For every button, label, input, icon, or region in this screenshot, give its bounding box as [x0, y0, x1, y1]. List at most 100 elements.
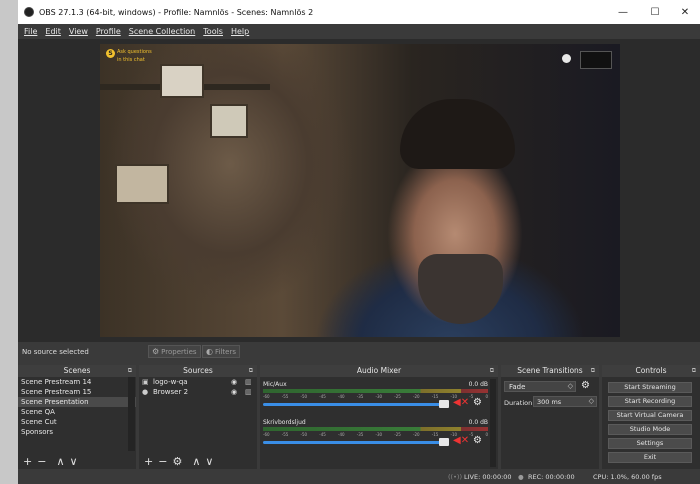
studio-mode-button[interactable]: Studio Mode	[608, 424, 692, 435]
channel-db: 0.0 dB	[468, 419, 488, 426]
preview-canvas[interactable]: S Ask questions in this chat	[100, 44, 620, 337]
scene-item[interactable]: Scene Prestream 14	[18, 377, 136, 387]
person-beard	[418, 254, 503, 324]
volume-meter	[263, 389, 488, 393]
move-source-down-button[interactable]: ∨	[205, 455, 213, 468]
start-streaming-button[interactable]: Start Streaming	[608, 382, 692, 393]
remove-source-button[interactable]: −	[158, 455, 167, 468]
source-settings-button[interactable]: ⚙	[172, 455, 182, 468]
start-recording-button[interactable]: Start Recording	[608, 396, 692, 407]
undock-icon[interactable]: ⧉	[591, 365, 595, 377]
volume-slider[interactable]	[263, 441, 445, 444]
start-virtual-camera-button[interactable]: Start Virtual Camera	[608, 410, 692, 421]
chat-widget: S Ask questions in this chat	[106, 49, 156, 69]
title-bar: OBS 27.1.3 (64-bit, windows) - Profile: …	[18, 0, 700, 24]
filters-label: Filters	[214, 347, 236, 356]
maximize-button[interactable]: ☐	[640, 0, 670, 24]
scene-item[interactable]: Scene Prestream 15	[18, 387, 136, 397]
scenes-scrollbar[interactable]	[128, 377, 135, 451]
spinner-icon: ◇	[588, 397, 594, 405]
eye-icon[interactable]: ◉	[231, 387, 237, 397]
move-scene-down-button[interactable]: ∨	[70, 455, 78, 468]
exit-button[interactable]: Exit	[608, 452, 692, 463]
menu-view[interactable]: View	[69, 27, 88, 36]
volume-slider[interactable]	[263, 403, 445, 406]
no-source-label: No source selected	[22, 348, 89, 356]
channel-name: Mic/Aux	[263, 381, 287, 388]
sources-footer: + − ⚙ ∧ ∨	[139, 453, 257, 469]
transition-value: Fade	[509, 383, 526, 391]
source-item[interactable]: ● Browser 2 ◉ ▥	[139, 387, 257, 397]
transition-settings-icon[interactable]: ⚙	[581, 380, 590, 391]
scene-item[interactable]: Scene QA	[18, 407, 136, 417]
lock-icon[interactable]: ▥	[245, 387, 252, 397]
settings-button[interactable]: Settings	[608, 438, 692, 449]
chat-line-1: Ask questions	[117, 49, 152, 55]
scenes-dock: Scenes ⧉ Scene Prestream 14 Scene Prestr…	[18, 365, 136, 469]
scene-item-selected[interactable]: Scene Presentation	[18, 397, 136, 407]
scenes-title: Scenes	[63, 366, 91, 375]
properties-button[interactable]: ⚙ Properties	[148, 345, 201, 358]
logo-overlay	[580, 51, 612, 69]
undock-icon[interactable]: ⧉	[249, 365, 253, 377]
add-source-button[interactable]: +	[144, 455, 153, 468]
remove-scene-button[interactable]: −	[37, 455, 46, 468]
filters-button[interactable]: ◐ Filters	[202, 345, 240, 358]
undock-icon[interactable]: ⧉	[692, 365, 696, 377]
add-scene-button[interactable]: +	[23, 455, 32, 468]
wall-frame	[160, 64, 204, 98]
image-source-icon: ▣	[142, 378, 149, 386]
menu-help[interactable]: Help	[231, 27, 249, 36]
mixer-channel: Skrivbordsljud 0.0 dB -60 -55 -50 -45 -40 -35…	[263, 419, 490, 457]
obs-logo-icon	[24, 7, 34, 17]
transitions-header: Scene Transitions ⧉	[501, 365, 599, 377]
sources-title: Sources	[183, 366, 213, 375]
scene-item[interactable]: Scene Cut	[18, 417, 136, 427]
scenes-header: Scenes ⧉	[18, 365, 136, 377]
properties-label: Properties	[161, 347, 197, 356]
sources-header: Sources ⧉	[139, 365, 257, 377]
duration-input[interactable]: 300 ms ◇	[533, 396, 597, 407]
gear-icon[interactable]: ⚙	[473, 435, 482, 446]
menu-profile[interactable]: Profile	[96, 27, 121, 36]
transition-select[interactable]: Fade ◇	[504, 381, 576, 392]
scene-item[interactable]: Sponsors	[18, 427, 136, 437]
menu-tools[interactable]: Tools	[203, 27, 223, 36]
muted-speaker-icon[interactable]: ◀✕	[453, 397, 469, 408]
volume-meter	[263, 427, 488, 431]
volume-slider-handle[interactable]	[439, 400, 449, 408]
lock-icon[interactable]: ▥	[245, 377, 252, 387]
mixer-channel: Mic/Aux 0.0 dB -60 -55 -50 -45 -40 -35 -30 -25-…	[263, 381, 490, 419]
source-label: logo-w-qa	[153, 378, 188, 386]
mixer-scrollbar[interactable]	[490, 379, 496, 467]
controls-header: Controls ⧉	[602, 365, 700, 377]
source-item[interactable]: ▣ logo-w-qa ◉ ▥	[139, 377, 257, 387]
menu-file[interactable]: File	[24, 27, 37, 36]
live-timer: LIVE: 00:00:00	[464, 473, 512, 481]
rec-timer: REC: 00:00:00	[528, 473, 575, 481]
minimize-button[interactable]: —	[608, 0, 638, 24]
person-hair	[400, 99, 515, 169]
move-scene-up-button[interactable]: ∧	[56, 455, 64, 468]
undock-icon[interactable]: ⧉	[128, 365, 132, 377]
close-button[interactable]: ✕	[670, 0, 700, 24]
menu-scene-collection[interactable]: Scene Collection	[129, 27, 196, 36]
scene-transitions-dock: Scene Transitions ⧉ Fade ◇ ⚙ Duration 30…	[501, 365, 599, 469]
undock-icon[interactable]: ⧉	[490, 365, 494, 377]
window-title: OBS 27.1.3 (64-bit, windows) - Profile: …	[39, 7, 314, 17]
channel-name: Skrivbordsljud	[263, 419, 306, 426]
muted-speaker-icon[interactable]: ◀✕	[453, 435, 469, 446]
menu-edit[interactable]: Edit	[45, 27, 61, 36]
gear-icon[interactable]: ⚙	[473, 397, 482, 408]
chevron-up-down-icon: ◇	[567, 382, 573, 390]
filter-icon: ◐	[206, 347, 213, 356]
obs-window: OBS 27.1.3 (64-bit, windows) - Profile: …	[18, 0, 700, 484]
eye-icon[interactable]: ◉	[231, 377, 237, 387]
volume-slider-handle[interactable]	[439, 438, 449, 446]
audio-mixer-dock: Audio Mixer ⧉ Mic/Aux 0.0 dB -60 -55 -50 -4…	[260, 365, 498, 469]
gear-icon: ⚙	[152, 347, 160, 356]
mixer-title: Audio Mixer	[356, 366, 402, 375]
channel-db: 0.0 dB	[468, 381, 488, 388]
move-source-up-button[interactable]: ∧	[192, 455, 200, 468]
sources-dock: Sources ⧉ ▣ logo-w-qa ◉ ▥ ● Browser 2 ◉ …	[139, 365, 257, 469]
